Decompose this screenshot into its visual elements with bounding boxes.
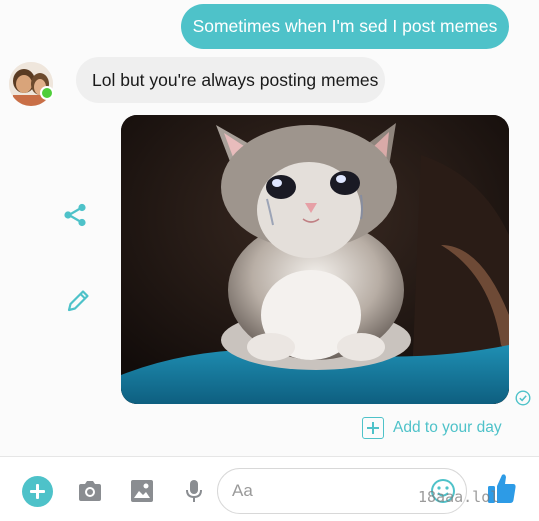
messenger-screen: Sometimes when I'm sed I post memes Lol … xyxy=(0,0,539,521)
pencil-icon[interactable] xyxy=(64,287,92,315)
image-icon[interactable] xyxy=(128,477,156,505)
share-icon[interactable] xyxy=(61,201,89,229)
crying-kitten-image xyxy=(121,115,509,404)
online-status-dot xyxy=(40,86,54,100)
incoming-message-text: Lol but you're always posting memes xyxy=(92,70,379,90)
incoming-message-bubble[interactable]: Lol but you're always posting memes xyxy=(76,57,385,103)
camera-icon[interactable] xyxy=(76,477,104,505)
shared-photo[interactable] xyxy=(121,115,509,404)
plus-icon[interactable] xyxy=(22,476,53,507)
outgoing-message-text: Sometimes when I'm sed I post memes xyxy=(192,16,498,36)
add-to-your-day-label: Add to your day xyxy=(393,419,502,436)
watermark-text: 18aaa.lol xyxy=(418,488,500,506)
add-to-your-day-button[interactable]: Add to your day xyxy=(362,416,502,440)
microphone-icon[interactable] xyxy=(180,477,208,505)
conversation-thread: Sometimes when I'm sed I post memes Lol … xyxy=(0,0,539,456)
seen-check-icon xyxy=(515,390,531,406)
message-input[interactable] xyxy=(232,469,422,513)
add-box-icon xyxy=(362,417,384,439)
outgoing-message-bubble[interactable]: Sometimes when I'm sed I post memes xyxy=(181,4,509,49)
